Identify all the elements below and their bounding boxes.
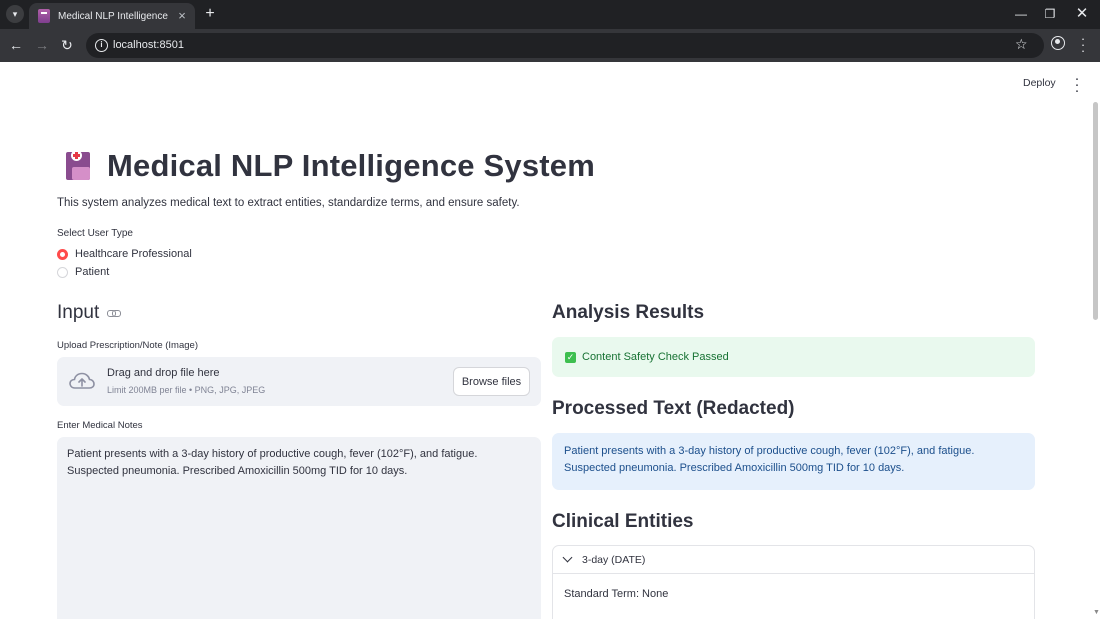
clinical-entities-heading: Clinical Entities xyxy=(552,511,694,532)
medical-notes-textarea[interactable]: Patient presents with a 3-day history of… xyxy=(57,437,541,619)
safety-check-text: Content Safety Check Passed xyxy=(582,351,729,363)
safety-check-alert: ✓ Content Safety Check Passed xyxy=(552,337,1035,377)
back-icon[interactable]: ← xyxy=(7,36,25,54)
radio-option-label: Patient xyxy=(75,266,110,278)
app-menu-icon[interactable]: · · · xyxy=(1072,71,1082,98)
tab-title: Medical NLP Intelligence xyxy=(58,10,168,22)
minimize-icon[interactable]: — xyxy=(1012,5,1030,23)
hospital-icon xyxy=(38,9,50,23)
radio-unselected-icon[interactable] xyxy=(57,266,68,278)
app-page: Deploy · · · ▼ Medical NLP Intelligence Sy… xyxy=(0,62,1100,619)
dropzone-instruction: Drag and drop file here xyxy=(107,367,220,379)
check-box-icon: ✓ xyxy=(565,351,576,363)
tab-search-chevron-icon[interactable]: ▾ xyxy=(6,5,24,23)
browser-tab-bar: ▾ Medical NLP Intelligence × + — ❐ ✕ xyxy=(0,0,1100,29)
entity-label: 3-day (DATE) xyxy=(582,553,646,566)
scroll-down-arrow-icon[interactable]: ▼ xyxy=(1093,609,1100,616)
anchor-link-icon[interactable] xyxy=(107,309,122,317)
entity-standard-term: Standard Term: None xyxy=(564,588,669,600)
processed-text-heading: Processed Text (Redacted) xyxy=(552,398,795,419)
browser-tab[interactable]: Medical NLP Intelligence × xyxy=(29,3,195,29)
browser-menu-icon[interactable]: · · · xyxy=(1078,32,1088,57)
browser-toolbar: ← → ↻ i localhost:8501 ☆ · · · xyxy=(0,29,1100,62)
browse-files-button[interactable]: Browse files xyxy=(453,367,530,396)
cloud-upload-icon xyxy=(69,372,95,389)
notes-label: Enter Medical Notes xyxy=(57,420,143,431)
processed-text-box: Patient presents with a 3-day history of… xyxy=(552,433,1035,490)
chevron-down-icon xyxy=(562,552,573,563)
new-tab-icon[interactable]: + xyxy=(201,5,219,23)
url-text[interactable]: localhost:8501 xyxy=(113,39,184,51)
user-type-label: Select User Type xyxy=(57,228,133,239)
radio-patient[interactable]: Patient xyxy=(57,266,109,278)
upload-label: Upload Prescription/Note (Image) xyxy=(57,340,198,351)
close-window-icon[interactable]: ✕ xyxy=(1073,5,1091,23)
entity-details: Standard Term: None xyxy=(553,574,1034,614)
page-description: This system analyzes medical text to ext… xyxy=(57,197,520,209)
forward-icon[interactable]: → xyxy=(33,36,51,54)
input-heading-text: Input xyxy=(57,302,100,323)
address-bar[interactable]: i localhost:8501 ☆ xyxy=(86,33,1044,58)
dropzone-limit: Limit 200MB per file • PNG, JPG, JPEG xyxy=(107,385,266,395)
profile-icon[interactable] xyxy=(1051,36,1065,50)
bookmark-star-icon[interactable]: ☆ xyxy=(1015,36,1028,53)
close-tab-icon[interactable]: × xyxy=(175,9,189,23)
deploy-button[interactable]: Deploy xyxy=(1023,77,1056,89)
page-scrollbar[interactable] xyxy=(1093,102,1098,320)
page-title: Medical NLP Intelligence System xyxy=(107,148,596,183)
entity-expander: 3-day (DATE) Standard Term: None xyxy=(552,545,1035,619)
file-dropzone[interactable]: Drag and drop file here Limit 200MB per … xyxy=(57,357,541,406)
entity-expander-header[interactable]: 3-day (DATE) xyxy=(553,546,1034,574)
page-title-row: Medical NLP Intelligence System xyxy=(64,148,595,184)
reload-icon[interactable]: ↻ xyxy=(58,36,76,54)
site-info-icon[interactable]: i xyxy=(95,39,108,52)
input-heading: Input xyxy=(57,302,122,324)
radio-healthcare-professional[interactable]: Healthcare Professional xyxy=(57,248,192,260)
radio-selected-icon[interactable] xyxy=(57,248,68,260)
restore-icon[interactable]: ❐ xyxy=(1041,5,1059,23)
radio-option-label: Healthcare Professional xyxy=(75,248,192,260)
analysis-results-heading: Analysis Results xyxy=(552,302,705,323)
hospital-icon xyxy=(64,150,94,182)
